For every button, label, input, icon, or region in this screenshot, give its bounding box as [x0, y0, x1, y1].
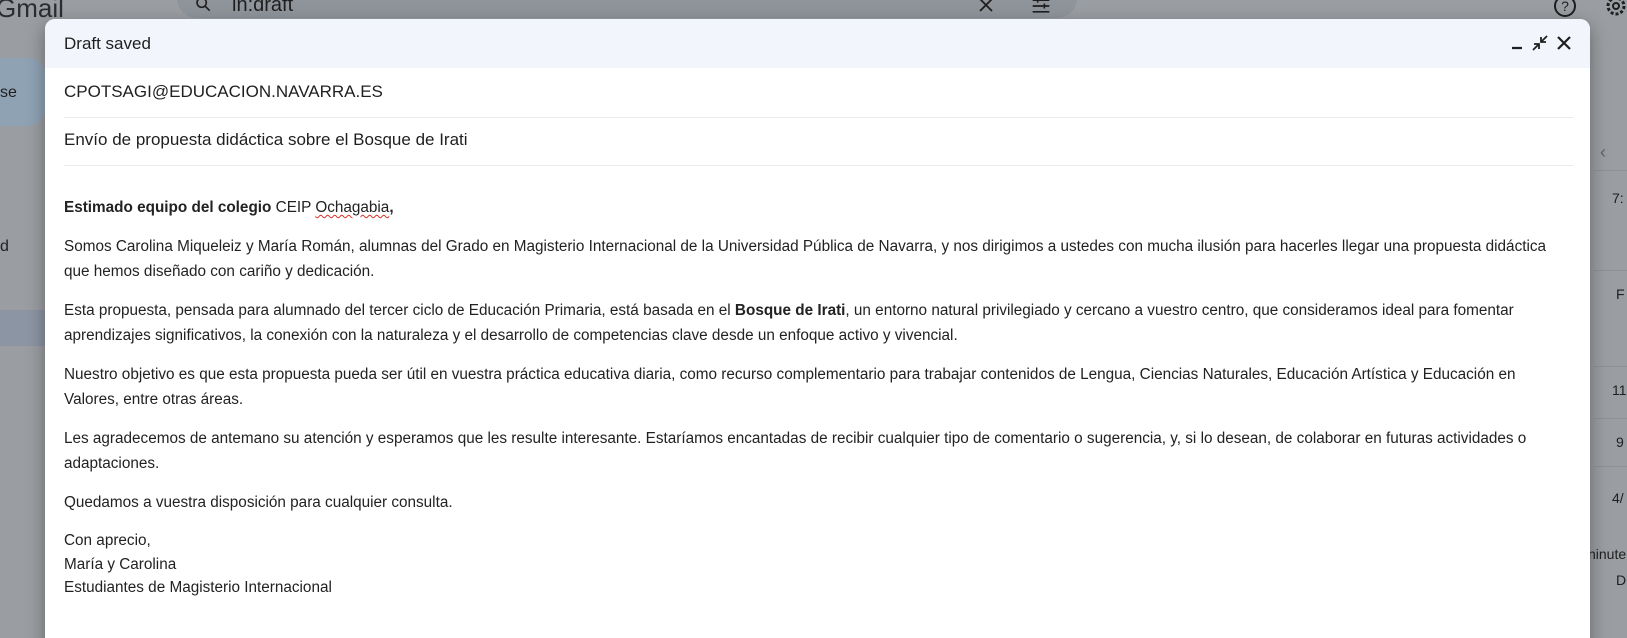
sidebar-item-active[interactable] [0, 310, 48, 346]
list-item-date: 9 [1616, 434, 1624, 450]
search-options-icon[interactable] [1030, 0, 1052, 16]
paragraph-text: Esta propuesta, pensada para alumnado de… [64, 302, 735, 319]
subject-field[interactable]: Envío de propuesta didáctica sobre el Bo… [64, 116, 1573, 166]
signature: Con aprecio, María y Carolina Estudiantes … [64, 529, 1574, 600]
exit-fullscreen-icon[interactable] [1531, 34, 1549, 52]
close-icon[interactable] [1555, 34, 1573, 52]
list-item-date: 7: [1612, 190, 1624, 206]
recipients-field[interactable]: CPOTSAGI@EDUCACION.NAVARRA.ES [64, 68, 1573, 118]
body-paragraph: Quedamos a vuestra disposición para cual… [64, 494, 453, 511]
help-icon[interactable]: ? [1553, 0, 1577, 18]
clear-search-icon[interactable] [977, 0, 995, 14]
search-icon[interactable] [195, 0, 211, 12]
list-item-date: 4/ [1612, 490, 1624, 506]
body-paragraph: Somos Carolina Miqueleiz y María Román, … [64, 238, 1547, 280]
recipient-address[interactable]: CPOTSAGI@EDUCACION.NAVARRA.ES [64, 82, 383, 102]
search-input[interactable]: in:draft [232, 0, 293, 17]
compose-window: Draft saved CPOTSAGI@EDUCACION.NAVARRA.E… [45, 19, 1590, 638]
compose-button-label: se [0, 84, 17, 101]
body-paragraph: Les agradecemos de antemano su atención … [64, 430, 1527, 472]
signature-line: María y Carolina [64, 555, 177, 573]
signature-line: Con aprecio, [64, 532, 151, 549]
compose-title: Draft saved [64, 34, 151, 53]
list-item-date: F [1616, 286, 1625, 302]
compose-header[interactable]: Draft saved [45, 19, 1590, 68]
subject-input[interactable]: Envío de propuesta didáctica sobre el Bo… [64, 130, 468, 150]
list-item-time: D [1616, 572, 1627, 588]
gear-icon[interactable] [1604, 0, 1627, 18]
list-item-date: 11 [1612, 382, 1627, 398]
misspelled-word[interactable]: Ochagabia [315, 199, 389, 216]
sidebar-item-label[interactable]: d [0, 238, 9, 256]
greeting-bold: Estimado equipo del colegio [64, 199, 272, 216]
message-body[interactable]: Estimado equipo del colegio CEIP Ochagab… [64, 195, 1574, 600]
gmail-top-bar: Gmail in:draft ? [0, 0, 1627, 23]
search-bar[interactable] [177, 0, 1077, 18]
greeting-line: Estimado equipo del colegio CEIP Ochagab… [64, 195, 1574, 220]
greeting-comma: , [389, 199, 394, 216]
greeting-school: CEIP [271, 199, 316, 216]
body-paragraph: Esta propuesta, pensada para alumnado de… [64, 298, 1574, 348]
minimize-icon[interactable] [1508, 34, 1526, 52]
bold-text: Bosque de Irati [734, 302, 846, 319]
chevron-left-icon[interactable]: ‹ [1600, 142, 1606, 163]
signature-line: Estudiantes de Magisterio Internacional [64, 579, 332, 596]
svg-text:?: ? [1561, 0, 1569, 14]
body-paragraph: Nuestro objetivo es que esta propuesta p… [64, 366, 1516, 408]
list-item-time: ninute [1588, 546, 1627, 562]
